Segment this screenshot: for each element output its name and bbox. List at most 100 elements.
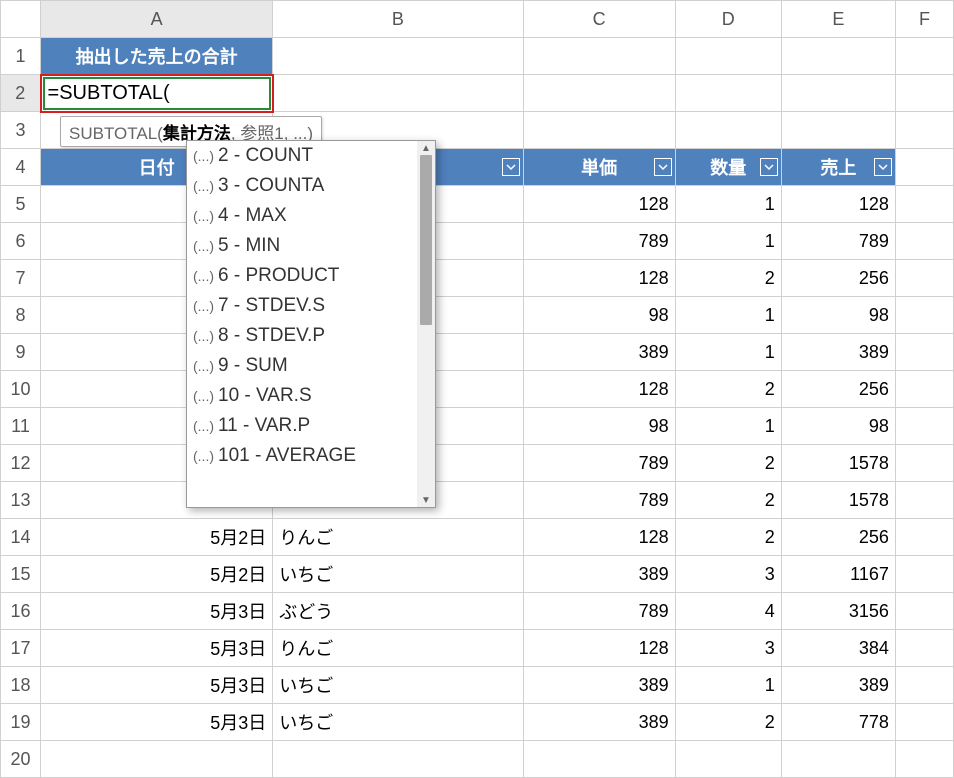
cell[interactable] [895, 371, 953, 408]
cell[interactable] [781, 112, 895, 149]
row-header-18[interactable]: 18 [1, 667, 41, 704]
cell[interactable] [895, 149, 953, 186]
cell-qty[interactable]: 1 [675, 223, 781, 260]
cell[interactable] [895, 704, 953, 741]
cell-item[interactable]: いちご [273, 704, 523, 741]
cell-price[interactable]: 98 [523, 297, 675, 334]
dropdown-item[interactable]: (...)5 - MIN [187, 231, 417, 261]
cell[interactable] [895, 38, 953, 75]
cell[interactable] [523, 38, 675, 75]
row-header-12[interactable]: 12 [1, 445, 41, 482]
row-header-5[interactable]: 5 [1, 186, 41, 223]
dropdown-item[interactable]: (...)101 - AVERAGE [187, 441, 417, 471]
cell-price[interactable]: 389 [523, 334, 675, 371]
dropdown-item[interactable]: (...)11 - VAR.P [187, 411, 417, 441]
function-argument-dropdown[interactable]: (...)2 - COUNT(...)3 - COUNTA(...)4 - MA… [186, 140, 436, 508]
cell[interactable] [895, 593, 953, 630]
dropdown-item[interactable]: (...)3 - COUNTA [187, 171, 417, 201]
filter-button[interactable] [760, 158, 778, 176]
cell-qty[interactable]: 1 [675, 186, 781, 223]
table-header-qty[interactable]: 数量 [675, 149, 781, 186]
cell-price[interactable]: 128 [523, 519, 675, 556]
col-header-F[interactable]: F [895, 1, 953, 38]
row-header-1[interactable]: 1 [1, 38, 41, 75]
cell-date[interactable]: 5月2日 [41, 556, 273, 593]
row-header-6[interactable]: 6 [1, 223, 41, 260]
cell-sales[interactable]: 389 [781, 334, 895, 371]
cell-date[interactable]: 5月2日 [41, 519, 273, 556]
cell[interactable] [895, 260, 953, 297]
cell[interactable] [895, 445, 953, 482]
cell-price[interactable]: 98 [523, 408, 675, 445]
cell-qty[interactable]: 2 [675, 482, 781, 519]
cell-sales[interactable]: 384 [781, 630, 895, 667]
row-header-13[interactable]: 13 [1, 482, 41, 519]
cell[interactable] [895, 297, 953, 334]
cell[interactable] [895, 556, 953, 593]
cell-sales[interactable]: 1578 [781, 445, 895, 482]
row-header-16[interactable]: 16 [1, 593, 41, 630]
dropdown-item[interactable]: (...)4 - MAX [187, 201, 417, 231]
cell-sales[interactable]: 778 [781, 704, 895, 741]
cell-price[interactable]: 789 [523, 445, 675, 482]
row-header-11[interactable]: 11 [1, 408, 41, 445]
cell-price[interactable]: 789 [523, 593, 675, 630]
dropdown-item[interactable]: (...)2 - COUNT [187, 141, 417, 171]
cell-qty[interactable]: 1 [675, 667, 781, 704]
cell-item[interactable]: りんご [273, 630, 523, 667]
cell[interactable] [523, 741, 675, 778]
filter-button[interactable] [502, 158, 520, 176]
cell-qty[interactable]: 1 [675, 408, 781, 445]
table-header-sales[interactable]: 売上 [781, 149, 895, 186]
cell-qty[interactable]: 1 [675, 297, 781, 334]
cell[interactable] [273, 75, 523, 112]
cell[interactable] [895, 408, 953, 445]
cell-item[interactable]: いちご [273, 667, 523, 704]
cell-price[interactable]: 128 [523, 260, 675, 297]
cell[interactable] [675, 741, 781, 778]
cell[interactable] [781, 75, 895, 112]
row-header-7[interactable]: 7 [1, 260, 41, 297]
cell-price[interactable]: 389 [523, 667, 675, 704]
cell-price[interactable]: 389 [523, 556, 675, 593]
col-header-E[interactable]: E [781, 1, 895, 38]
cell[interactable] [675, 75, 781, 112]
cell[interactable] [895, 186, 953, 223]
cell-price[interactable]: 789 [523, 482, 675, 519]
cell-sales[interactable]: 256 [781, 371, 895, 408]
cell[interactable] [41, 741, 273, 778]
cell-sales[interactable]: 1167 [781, 556, 895, 593]
dropdown-item[interactable]: (...)7 - STDEV.S [187, 291, 417, 321]
row-header-4[interactable]: 4 [1, 149, 41, 186]
col-header-C[interactable]: C [523, 1, 675, 38]
cell-qty[interactable]: 4 [675, 593, 781, 630]
cell-price[interactable]: 128 [523, 186, 675, 223]
cell-sales[interactable]: 389 [781, 667, 895, 704]
table-header-price[interactable]: 単価 [523, 149, 675, 186]
cell-qty[interactable]: 2 [675, 260, 781, 297]
cell-item[interactable]: ぶどう [273, 593, 523, 630]
cell-qty[interactable]: 2 [675, 445, 781, 482]
cell[interactable] [273, 741, 523, 778]
cell[interactable] [895, 519, 953, 556]
cell-sales[interactable]: 98 [781, 297, 895, 334]
cell[interactable] [895, 112, 953, 149]
row-header-20[interactable]: 20 [1, 741, 41, 778]
row-header-10[interactable]: 10 [1, 371, 41, 408]
cell[interactable] [895, 741, 953, 778]
filter-button[interactable] [654, 158, 672, 176]
cell[interactable] [895, 630, 953, 667]
cell[interactable] [273, 38, 523, 75]
cell[interactable] [523, 75, 675, 112]
cell-sales[interactable]: 128 [781, 186, 895, 223]
cell[interactable] [781, 38, 895, 75]
select-all-corner[interactable] [1, 1, 41, 38]
cell[interactable] [895, 334, 953, 371]
cell-sales[interactable]: 3156 [781, 593, 895, 630]
dropdown-item[interactable]: (...)8 - STDEV.P [187, 321, 417, 351]
cell-item[interactable]: りんご [273, 519, 523, 556]
cell-qty[interactable]: 3 [675, 630, 781, 667]
row-header-2[interactable]: 2 [1, 75, 41, 112]
cell[interactable] [895, 667, 953, 704]
row-header-9[interactable]: 9 [1, 334, 41, 371]
